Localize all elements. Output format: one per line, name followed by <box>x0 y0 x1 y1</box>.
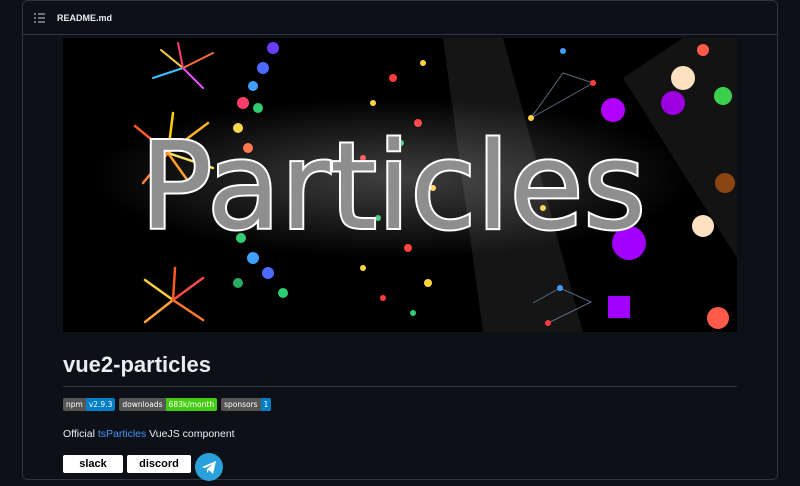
badge-label: downloads <box>119 398 166 411</box>
badge-label: npm <box>63 398 86 411</box>
description-paragraph: Official tsParticles VueJS component <box>63 428 235 440</box>
readme-header: README.md <box>23 1 777 35</box>
social-badges: slack discord <box>63 453 223 483</box>
project-heading: vue2-particles <box>63 352 211 377</box>
tsparticles-link[interactable]: tsParticles <box>98 428 146 440</box>
discord-label: discord <box>139 458 179 470</box>
list-icon[interactable] <box>33 11 47 25</box>
telegram-icon[interactable] <box>195 453 223 481</box>
npm-badge[interactable]: npm v2.9.3 <box>63 398 116 411</box>
particles-banner-image: Particles <box>63 38 737 332</box>
badge-label: sponsors <box>221 398 261 411</box>
badge-row: npm v2.9.3 downloads 683k/month sponsors… <box>63 398 272 411</box>
sponsors-badge[interactable]: sponsors 1 <box>221 398 272 411</box>
badge-value: 683k/month <box>165 398 218 411</box>
file-name[interactable]: README.md <box>57 13 112 23</box>
description-text-before: Official <box>63 428 98 440</box>
banner-artwork: Particles <box>93 38 737 332</box>
slack-label: slack <box>79 458 107 470</box>
downloads-badge[interactable]: downloads 683k/month <box>119 398 218 411</box>
description-text-after: VueJS component <box>146 428 235 440</box>
badge-value: v2.9.3 <box>85 398 116 411</box>
heading-divider <box>63 386 737 387</box>
slack-badge[interactable]: slack <box>63 455 123 473</box>
badge-value: 1 <box>260 398 272 411</box>
banner-title-text: Particles <box>140 118 646 257</box>
discord-badge[interactable]: discord <box>127 455 191 473</box>
